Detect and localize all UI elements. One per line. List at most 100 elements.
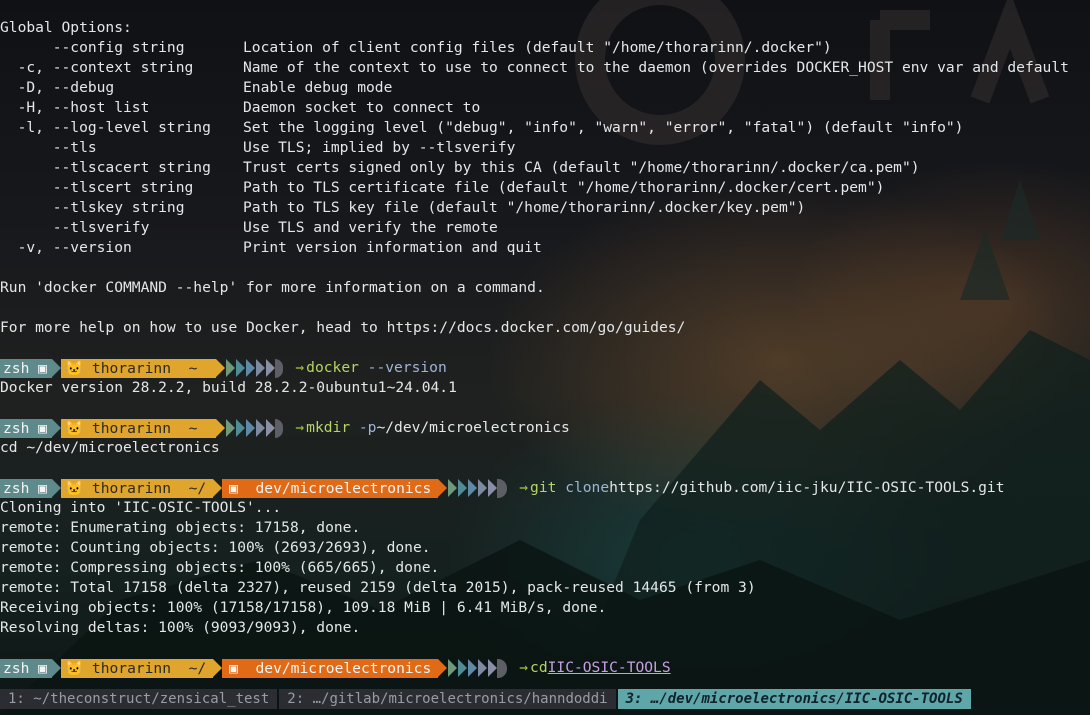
- tab-3[interactable]: 3: …/dev/microelectronics/IIC-OSIC-TOOLS: [617, 689, 971, 709]
- prompt-fill: [275, 358, 284, 378]
- option-desc: Location of client config files (default…: [243, 39, 832, 56]
- command-output-line: remote: Total 17158 (delta 2327), reused…: [0, 579, 756, 596]
- cat-icon: 🐱: [64, 659, 92, 677]
- option-flag: --tls: [0, 139, 97, 156]
- prompt-username: thorarinn: [91, 659, 189, 677]
- terminal-icon: ▣: [38, 659, 47, 677]
- folder-icon: ▣: [229, 479, 256, 497]
- prompt-dir-path: dev/microelectronics: [255, 659, 432, 677]
- powerline-chevron: [458, 479, 468, 497]
- powerline-chevron: [266, 419, 276, 437]
- command-output-line: Receiving objects: 100% (17158/17158), 1…: [0, 599, 607, 616]
- powerline-chevron: [246, 359, 256, 377]
- prompt-fill: [497, 658, 508, 678]
- option-row: -v, --version Print version information a…: [0, 238, 1090, 258]
- powerline-chevron: [246, 419, 256, 437]
- option-flag: -D, --debug: [0, 79, 115, 96]
- powerline-separator: [51, 479, 61, 497]
- option-row: -l, --log-level string Set the logging le…: [0, 118, 1090, 138]
- powerline-chevron: [256, 419, 266, 437]
- option-flag: -H, --host list: [0, 99, 150, 116]
- command-flag: --version: [358, 359, 447, 376]
- option-row: --tls Use TLS; implied by --tlsverify: [0, 138, 1090, 158]
- command-name: git: [530, 479, 557, 496]
- powerline-separator: [51, 359, 61, 377]
- prompt-dir: ▣ dev/microelectronics: [222, 478, 439, 498]
- terminal-icon: ▣: [38, 479, 47, 497]
- command-output-line: Docker version 28.2.2, build 28.2.2-0ubu…: [0, 379, 457, 396]
- prompt-arrow: →: [519, 659, 529, 676]
- command-name: docker: [306, 359, 359, 376]
- prompt-shell: zsh ▣: [0, 418, 52, 438]
- prompt-spacer: [204, 358, 217, 378]
- powerline-chevron: [448, 659, 458, 677]
- folder-icon: ▣: [229, 659, 256, 677]
- powerline-chevron: [488, 479, 498, 497]
- powerline-chevron: [468, 479, 478, 497]
- command-arg[interactable]: IIC-OSIC-TOOLS: [548, 658, 671, 678]
- option-desc: Use TLS and verify the remote: [243, 219, 498, 236]
- option-desc: Use TLS; implied by --tlsverify: [243, 139, 516, 156]
- option-desc: Path to TLS certificate file (default "/…: [243, 179, 885, 196]
- option-flag: --tlscert string: [0, 179, 194, 196]
- prompt-fill: [497, 478, 508, 498]
- powerline-chevron: [448, 479, 458, 497]
- option-row: --config string Location of client config…: [0, 38, 1090, 58]
- prompt-arrow: →: [519, 479, 529, 496]
- command-flag: clone: [556, 479, 610, 496]
- prompt-user: 🐱 thorarinn ~: [60, 418, 205, 438]
- command-flag: -p: [350, 419, 377, 436]
- option-desc: Path to TLS key file (default "/home/tho…: [243, 199, 806, 216]
- prompt-home: ~/: [188, 659, 207, 677]
- prompt-home: ~: [188, 419, 198, 437]
- prompt-spacer: [204, 418, 217, 438]
- option-row: -H, --host list Daemon socket to connect …: [0, 98, 1090, 118]
- prompt-dir: ▣ dev/microelectronics: [222, 658, 439, 678]
- prompt-shell: zsh ▣: [0, 358, 52, 378]
- option-row: -c, --context string Name of the context …: [0, 58, 1090, 78]
- powerline-chevron: [266, 359, 276, 377]
- command-output-line: remote: Compressing objects: 100% (665/6…: [0, 559, 440, 576]
- powerline-chevron: [488, 659, 498, 677]
- powerline-chevron: [236, 359, 246, 377]
- prompt-arrow: →: [295, 359, 305, 376]
- tmux-status-bar: 1: ~/theconstruct/zensical_test 2: …/gitl…: [0, 689, 1090, 709]
- command-name: mkdir: [306, 419, 351, 436]
- option-desc: Name of the context to use to connect to…: [243, 59, 1069, 76]
- option-flag: -v, --version: [0, 239, 132, 256]
- powerline-chevron: [478, 659, 488, 677]
- option-row: --tlskey string Path to TLS key file (def…: [0, 198, 1090, 218]
- prompt-shell: zsh ▣: [0, 478, 52, 498]
- command-output-line: Resolving deltas: 100% (9093/9093), done…: [0, 619, 361, 636]
- powerline-chevron: [226, 419, 236, 437]
- prompt-username: thorarinn: [91, 479, 189, 497]
- powerline-chevron: [236, 419, 246, 437]
- option-desc: Trust certs signed only by this CA (defa…: [243, 159, 920, 176]
- option-desc: Daemon socket to connect to: [243, 99, 481, 116]
- option-flag: --tlscacert string: [0, 159, 211, 176]
- option-flag: -l, --log-level string: [0, 119, 211, 136]
- powerline-separator: [216, 359, 226, 377]
- command-output-line: cd ~/dev/microelectronics: [0, 439, 220, 456]
- tab-1[interactable]: 1: ~/theconstruct/zensical_test: [0, 689, 278, 709]
- powerline-separator: [438, 479, 448, 497]
- prompt-fill: [275, 418, 284, 438]
- command-name: cd: [530, 659, 548, 676]
- command-arg: https://github.com/iic-jku/IIC-OSIC-TOOL…: [609, 479, 1005, 496]
- prompt-home: ~: [188, 359, 198, 377]
- powerline-separator: [216, 419, 226, 437]
- powerline-separator: [438, 659, 448, 677]
- option-row: -D, --debug Enable debug mode: [0, 78, 1090, 98]
- help-header: Global Options:: [0, 19, 132, 36]
- option-desc: Print version information and quit: [243, 239, 542, 256]
- option-flag: --tlsverify: [0, 219, 150, 236]
- tab-2[interactable]: 2: …/gitlab/microelectronics/hanndoddi: [279, 689, 616, 709]
- shell-prompt: zsh ▣ 🐱 thorarinn ~/ ▣ dev/microelectronic…: [0, 478, 1090, 498]
- option-row: --tlscert string Path to TLS certificate …: [0, 178, 1090, 198]
- command-arg: ~/dev/microelectronics: [376, 419, 570, 436]
- powerline-separator: [51, 659, 61, 677]
- option-flag: -c, --context string: [0, 59, 194, 76]
- prompt-arrow: →: [295, 419, 305, 436]
- powerline-separator: [51, 419, 61, 437]
- powerline-chevron: [458, 659, 468, 677]
